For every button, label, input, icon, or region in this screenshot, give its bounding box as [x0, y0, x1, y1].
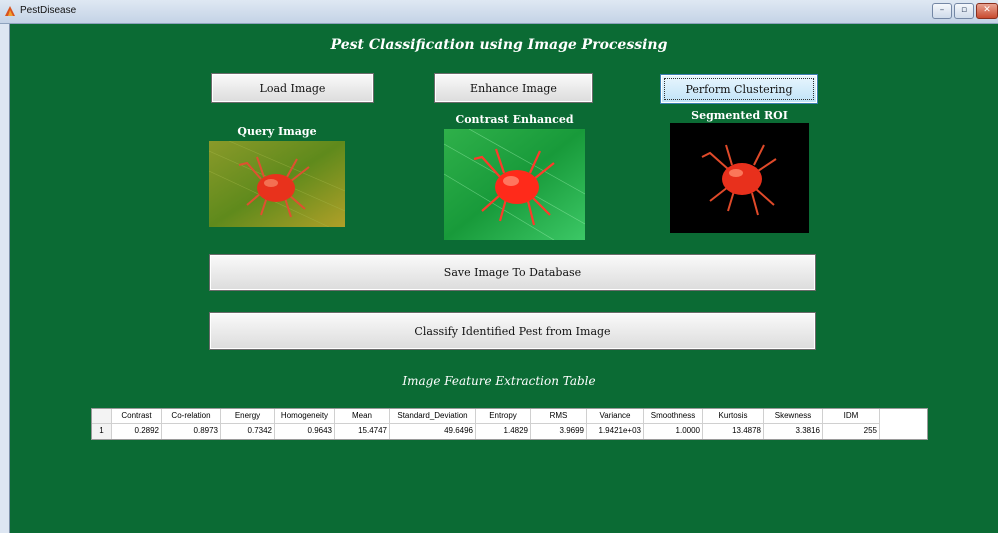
- query-image: [209, 141, 345, 227]
- segmented-roi-title: Segmented ROI: [691, 109, 788, 122]
- corner-cell: [92, 409, 112, 424]
- maximize-icon[interactable]: ▫: [954, 3, 974, 19]
- query-image-title: Query Image: [237, 125, 317, 138]
- column-header[interactable]: Standard_Deviation: [390, 409, 476, 424]
- window-left-border: [0, 24, 10, 533]
- table-header-row: Contrast Co-relation Energy Homogeneity …: [92, 409, 927, 424]
- feature-table[interactable]: Contrast Co-relation Energy Homogeneity …: [91, 408, 928, 440]
- minimize-icon[interactable]: –: [932, 3, 952, 19]
- table-cell[interactable]: 255: [823, 424, 880, 439]
- column-header[interactable]: Energy: [221, 409, 275, 424]
- column-header[interactable]: Co-relation: [162, 409, 221, 424]
- table-row: 1 0.2892 0.8973 0.7342 0.9643 15.4747 49…: [92, 424, 927, 439]
- window-title: PestDisease: [20, 5, 77, 16]
- table-cell[interactable]: 0.9643: [275, 424, 335, 439]
- table-cell[interactable]: 49.6496: [390, 424, 476, 439]
- window-titlebar: PestDisease – ▫ ✕: [0, 0, 998, 24]
- column-header[interactable]: Mean: [335, 409, 390, 424]
- perform-clustering-button[interactable]: Perform Clustering: [660, 74, 818, 104]
- column-header[interactable]: IDM: [823, 409, 880, 424]
- column-header[interactable]: Skewness: [764, 409, 823, 424]
- row-header[interactable]: 1: [92, 424, 112, 439]
- load-image-button[interactable]: Load Image: [211, 73, 374, 103]
- table-cell[interactable]: 3.3816: [764, 424, 823, 439]
- classify-pest-button[interactable]: Classify Identified Pest from Image: [209, 312, 816, 350]
- table-cell[interactable]: 0.7342: [221, 424, 275, 439]
- segmented-roi-image: [670, 123, 809, 233]
- contrast-enhanced-image: [444, 129, 585, 240]
- table-cell[interactable]: 1.4829: [476, 424, 531, 439]
- column-header[interactable]: Smoothness: [644, 409, 703, 424]
- column-header[interactable]: Variance: [587, 409, 644, 424]
- table-cell[interactable]: 0.2892: [112, 424, 162, 439]
- column-header[interactable]: Contrast: [112, 409, 162, 424]
- table-cell[interactable]: 1.9421e+03: [587, 424, 644, 439]
- enhance-image-button[interactable]: Enhance Image: [434, 73, 593, 103]
- page-title: Pest Classification using Image Processi…: [330, 37, 668, 53]
- perform-clustering-label: Perform Clustering: [685, 82, 793, 96]
- table-cell[interactable]: 3.9699: [531, 424, 587, 439]
- contrast-enhanced-title: Contrast Enhanced: [455, 113, 574, 126]
- close-icon[interactable]: ✕: [976, 3, 998, 19]
- table-cell[interactable]: 1.0000: [644, 424, 703, 439]
- table-cell[interactable]: 15.4747: [335, 424, 390, 439]
- column-header[interactable]: Homogeneity: [275, 409, 335, 424]
- column-header[interactable]: Entropy: [476, 409, 531, 424]
- table-caption: Image Feature Extraction Table: [402, 374, 596, 388]
- save-image-button[interactable]: Save Image To Database: [209, 254, 816, 291]
- table-cell[interactable]: 13.4878: [703, 424, 764, 439]
- matlab-icon: [5, 6, 15, 16]
- table-cell[interactable]: 0.8973: [162, 424, 221, 439]
- column-header[interactable]: Kurtosis: [703, 409, 764, 424]
- column-header[interactable]: RMS: [531, 409, 587, 424]
